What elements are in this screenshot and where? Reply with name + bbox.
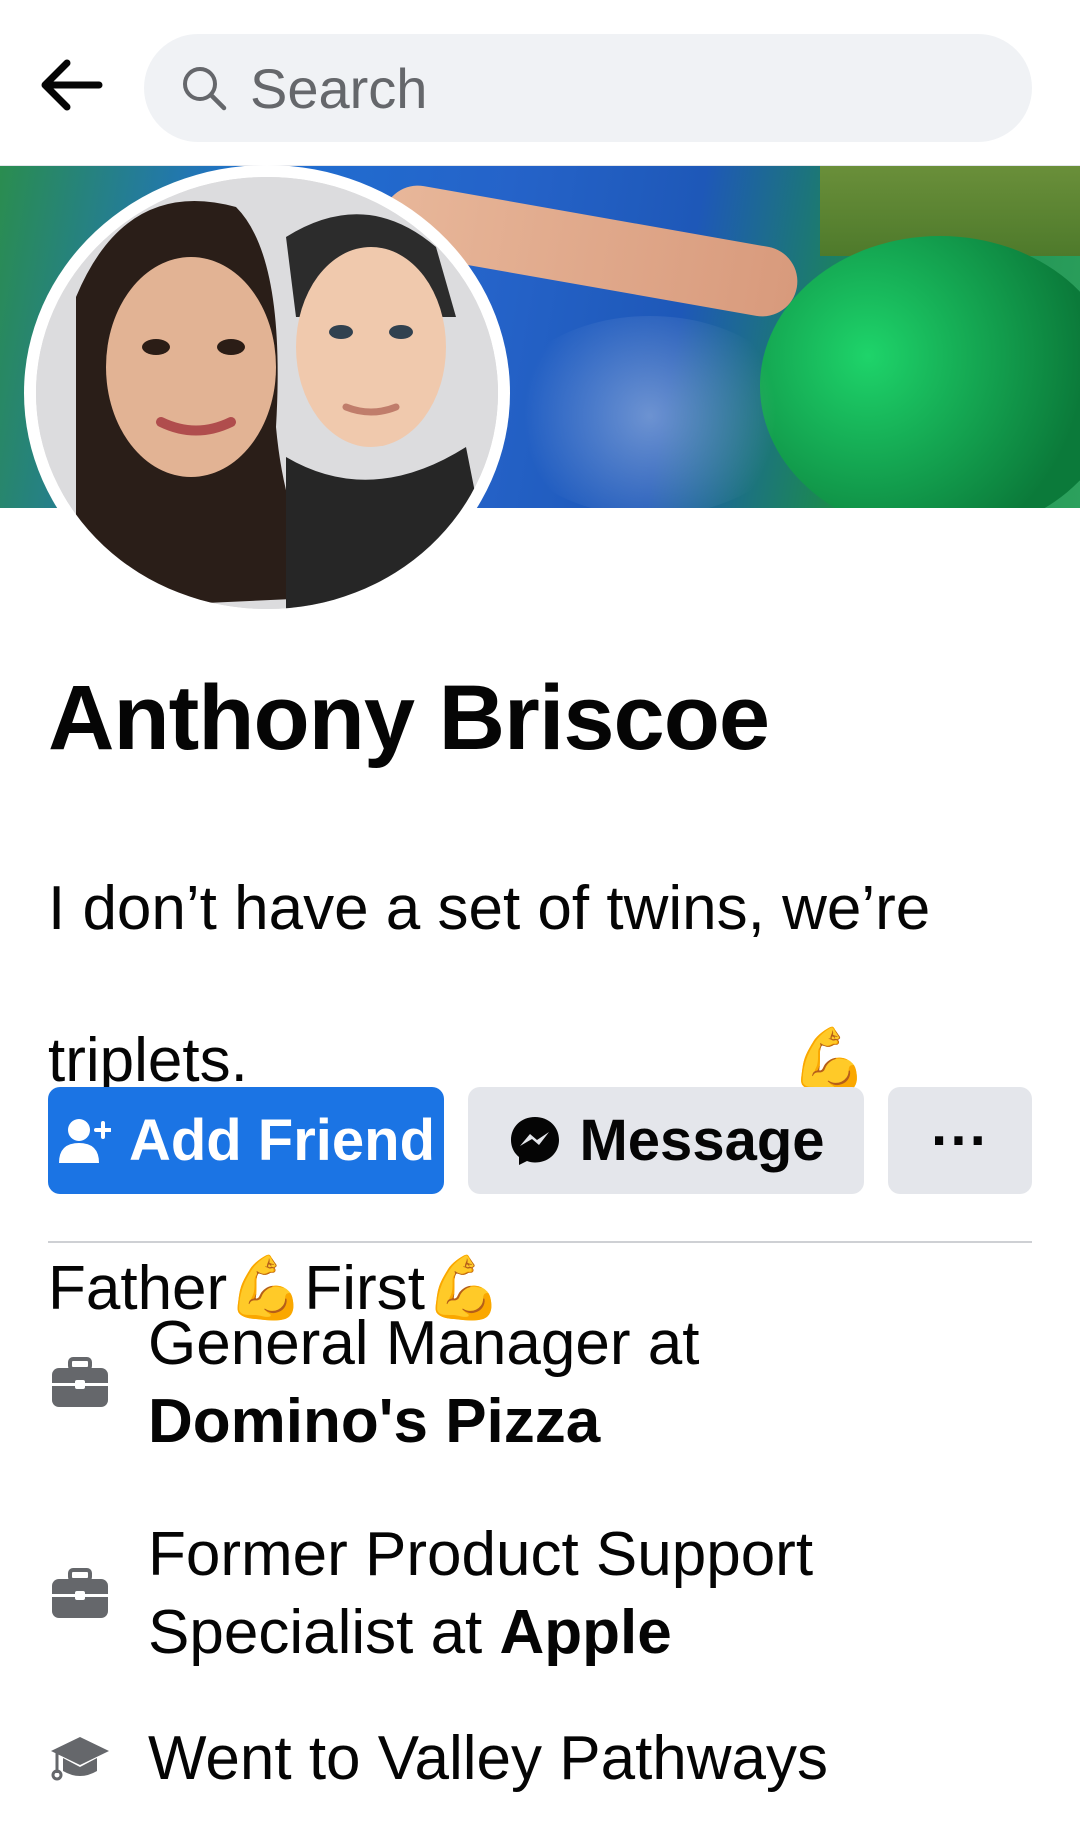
workplace-link[interactable]: Domino's Pizza xyxy=(148,1387,600,1456)
back-button[interactable] xyxy=(36,52,106,122)
bio-line: I don’t have a set of twins, we’re xyxy=(48,874,931,943)
avatar xyxy=(36,177,498,609)
profile-name: Anthony Briscoe xyxy=(48,667,770,769)
top-bar xyxy=(0,0,1080,167)
message-button[interactable]: Message xyxy=(468,1087,864,1194)
info-item-education: Went to Valley Pathways xyxy=(48,1720,1032,1798)
add-friend-button[interactable]: Add Friend xyxy=(48,1087,444,1194)
info-text: Former Product Support Specialist at xyxy=(148,1520,814,1667)
info-item-work: General Manager at Domino's Pizza xyxy=(48,1305,1032,1461)
add-friend-label: Add Friend xyxy=(128,1108,436,1173)
briefcase-icon xyxy=(48,1562,112,1626)
add-friend-icon xyxy=(57,1113,113,1169)
more-options-button[interactable]: ··· xyxy=(888,1087,1032,1194)
divider xyxy=(48,1241,1032,1243)
workplace-link[interactable]: Apple xyxy=(500,1598,672,1667)
info-item-former-work: Former Product Support Specialist at App… xyxy=(48,1516,1032,1672)
graduation-cap-icon xyxy=(48,1727,112,1791)
search-input[interactable] xyxy=(248,54,952,122)
search-icon xyxy=(180,63,230,113)
search-bar[interactable] xyxy=(144,34,1032,142)
messenger-icon xyxy=(507,1113,563,1169)
briefcase-icon xyxy=(48,1351,112,1415)
profile-picture[interactable] xyxy=(24,165,510,621)
info-text: General Manager at xyxy=(148,1309,700,1378)
message-label: Message xyxy=(579,1108,825,1173)
arrow-left-icon xyxy=(39,59,103,116)
info-text: Went to Valley Pathways xyxy=(148,1724,829,1793)
more-icon: ··· xyxy=(931,1108,989,1173)
